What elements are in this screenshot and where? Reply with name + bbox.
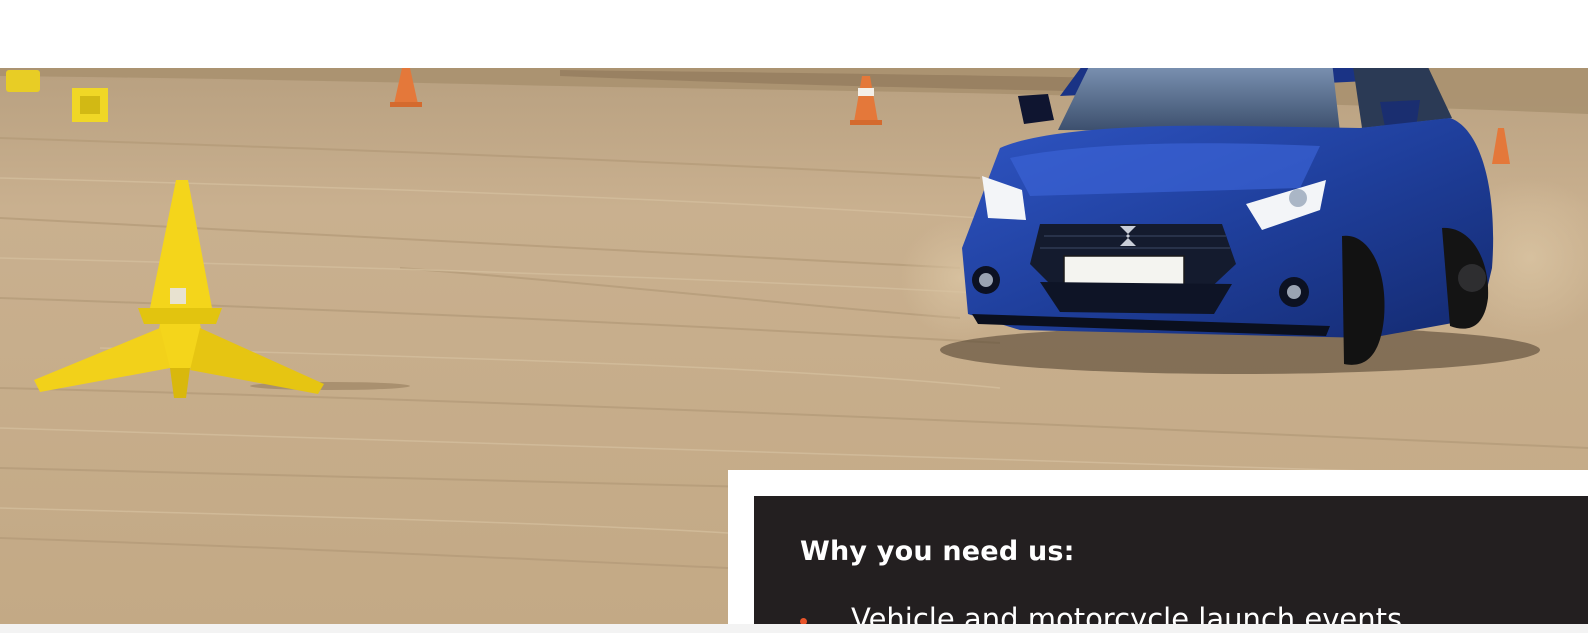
- card-title: Why you need us:: [800, 536, 1075, 567]
- page: Why you need us: Vehicle and motorcycle …: [0, 0, 1588, 633]
- page-bottom-edge: [0, 624, 1588, 633]
- why-you-need-us-card: Why you need us: Vehicle and motorcycle …: [754, 496, 1588, 633]
- blue-car: [962, 68, 1494, 365]
